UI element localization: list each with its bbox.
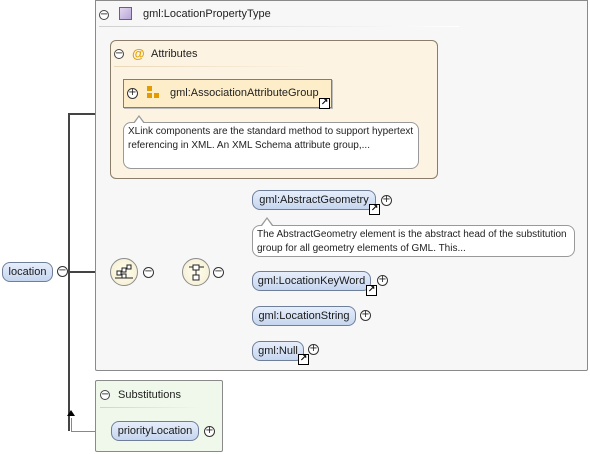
element-location-string-label: gml:LocationString xyxy=(258,310,350,322)
abstract-note-pointer-fill xyxy=(262,219,272,226)
collapse-sequence-button[interactable]: − xyxy=(143,267,154,278)
sequence-icon xyxy=(115,264,133,279)
expand-priority-location-button[interactable]: + xyxy=(204,426,215,437)
element-priority-location[interactable]: priorityLocation xyxy=(111,421,199,441)
element-location-string[interactable]: gml:LocationString xyxy=(252,306,356,326)
expand-null-button[interactable]: + xyxy=(308,344,319,355)
attributes-header-divider xyxy=(114,66,314,67)
attribute-group-label: gml:AssociationAttributeGroup xyxy=(170,87,319,99)
note-pointer-fill xyxy=(134,117,144,124)
element-location-keyword[interactable]: gml:LocationKeyWord xyxy=(252,271,371,291)
abstract-geometry-ref-arrow-icon: ↗ xyxy=(369,204,380,215)
expand-abstract-geometry-button[interactable]: + xyxy=(381,195,392,206)
complex-type-title: gml:LocationPropertyType xyxy=(143,8,271,20)
expand-attribute-group-button[interactable]: + xyxy=(127,88,138,99)
element-abstract-geometry-label: gml:AbstractGeometry xyxy=(259,194,369,206)
root-element-label: location xyxy=(8,266,47,278)
choice-compositor[interactable] xyxy=(182,258,210,286)
expand-location-string-button[interactable]: + xyxy=(360,310,371,321)
element-null-label: gml:Null xyxy=(258,345,298,357)
attribute-group-icon xyxy=(147,86,161,100)
attribute-at-icon: @ xyxy=(132,46,145,61)
null-ref-arrow-icon: ↗ xyxy=(298,354,309,365)
connector-substitution-vertical xyxy=(71,418,72,432)
attribute-group-note-text: XLink components are the standard method… xyxy=(128,126,414,151)
collapse-root-button[interactable]: − xyxy=(57,266,68,277)
collapse-substitutions-button[interactable]: − xyxy=(100,390,110,400)
root-element-location[interactable]: location xyxy=(2,262,53,282)
substitution-arrow-icon xyxy=(67,410,75,416)
element-abstract-geometry[interactable]: gml:AbstractGeometry xyxy=(252,190,376,210)
substitutions-header-divider xyxy=(100,407,200,408)
attributes-title: Attributes xyxy=(151,48,198,60)
type-header-divider xyxy=(99,26,459,27)
element-priority-location-label: priorityLocation xyxy=(117,425,193,437)
element-location-keyword-label: gml:LocationKeyWord xyxy=(257,275,366,287)
substitutions-title: Substitutions xyxy=(118,389,181,401)
abstract-geometry-note: The AbstractGeometry element is the abst… xyxy=(252,225,575,257)
expand-location-keyword-button[interactable]: + xyxy=(377,275,388,286)
group-reference-arrow-icon: ↗ xyxy=(319,98,330,109)
collapse-attributes-button[interactable]: − xyxy=(114,49,124,59)
complex-type-icon xyxy=(119,7,132,20)
collapse-choice-button[interactable]: − xyxy=(213,267,224,278)
collapse-type-button[interactable]: − xyxy=(99,10,109,20)
choice-icon xyxy=(189,264,204,281)
attribute-group-note: XLink components are the standard method… xyxy=(123,122,419,169)
sequence-compositor[interactable] xyxy=(110,258,138,286)
location-keyword-ref-arrow-icon: ↗ xyxy=(366,285,377,296)
abstract-geometry-note-text: The AbstractGeometry element is the abst… xyxy=(257,229,567,254)
element-null[interactable]: gml:Null xyxy=(252,341,304,361)
